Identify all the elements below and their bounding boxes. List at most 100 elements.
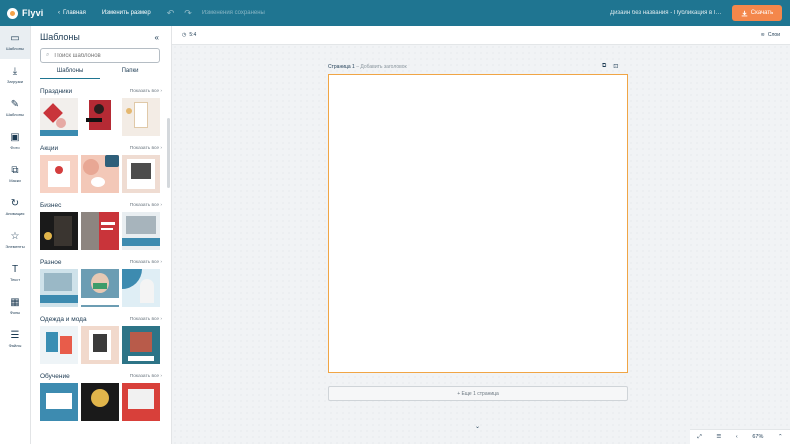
template-thumbnail[interactable]: [40, 383, 78, 421]
document-title[interactable]: Дизайн без названия - Публикация в In...: [610, 10, 722, 16]
grid-icon[interactable]: ☰: [716, 434, 721, 440]
workspace-toolbar: ◷ 5:4 ≋ Слои: [172, 26, 790, 45]
zoom-out-icon[interactable]: ‹: [736, 434, 738, 440]
template-thumbnail[interactable]: [40, 212, 78, 250]
template-thumbnail[interactable]: [122, 155, 160, 193]
page-tools: ⧉ ⊡: [602, 63, 618, 70]
rail-item-files[interactable]: ☰ Файлы: [0, 323, 30, 356]
duplicate-page-icon[interactable]: ⧉: [602, 63, 606, 70]
download-button[interactable]: Скачать: [732, 5, 782, 21]
chevron-down-icon[interactable]: ⌄: [475, 423, 480, 430]
category-title: Обучение: [40, 372, 70, 380]
layers-button[interactable]: ≋ Слои: [761, 32, 780, 38]
chevron-left-icon: ‹: [58, 10, 60, 16]
panel-scrollbar[interactable]: [167, 118, 170, 188]
category-business: Бизнес Показать все ›: [40, 198, 162, 250]
template-thumbnail[interactable]: [122, 98, 160, 136]
size-label: 5:4: [189, 32, 197, 38]
rail-item-templates[interactable]: ▭ Шаблоны: [0, 26, 30, 59]
workspace: ◷ 5:4 ≋ Слои Страница 1 – Добавить загол…: [172, 26, 790, 444]
tab-templates[interactable]: Шаблоны: [40, 66, 100, 79]
show-all-link[interactable]: Показать все ›: [130, 317, 162, 322]
category-title: Разное: [40, 258, 62, 266]
tab-folders[interactable]: Папки: [100, 66, 160, 79]
animation-icon: ↻: [10, 198, 20, 209]
app-name: Flyvi: [22, 8, 44, 18]
search-input[interactable]: [54, 52, 155, 59]
undo-icon[interactable]: ↶: [167, 8, 175, 19]
template-thumbnail[interactable]: [81, 383, 119, 421]
upload-icon: ⤓: [12, 66, 18, 77]
rail-item-text[interactable]: T Текст: [0, 257, 30, 290]
template-thumbnail[interactable]: [81, 98, 119, 136]
resize-label: Изменить размер: [101, 10, 151, 16]
template-thumbnail[interactable]: [81, 212, 119, 250]
category-holidays: Праздники Показать все ›: [40, 84, 162, 136]
template-thumbnail[interactable]: [81, 155, 119, 193]
template-thumbnail[interactable]: [122, 269, 160, 307]
templates-panel: Шаблоны « ⌕ Шаблоны Папки Праздники Пока…: [31, 26, 172, 444]
search-box: ⌕: [40, 48, 160, 63]
collapse-panel-icon[interactable]: «: [155, 33, 159, 42]
template-thumbnail[interactable]: [122, 383, 160, 421]
rail-item-photo[interactable]: ▣ Фото: [0, 125, 30, 158]
page-label: Страница 1 – Добавить заголовок: [328, 64, 407, 70]
text-icon: T: [11, 264, 19, 275]
show-all-link[interactable]: Показать все ›: [130, 89, 162, 94]
template-thumbnail[interactable]: [40, 269, 78, 307]
add-page-icon[interactable]: ⊡: [613, 63, 618, 70]
home-label: Главная: [63, 10, 86, 16]
save-status-label: Изменения сохранены: [201, 10, 265, 16]
logo-mark-icon: [7, 7, 18, 19]
clock-icon: ◷: [182, 32, 187, 38]
layers-label: Слои: [767, 32, 780, 38]
home-button[interactable]: ‹ Главная: [58, 10, 86, 16]
download-label: Скачать: [750, 10, 774, 16]
tool-rail: ▭ Шаблоны ⤓ Загрузки ✎ Шаблоны ▣ Фото ⧉ …: [0, 26, 31, 444]
resize-button[interactable]: Изменить размер: [102, 10, 151, 16]
template-thumbnail[interactable]: [40, 98, 78, 136]
layers-icon: ≋: [760, 32, 765, 38]
rail-item-backgrounds[interactable]: ▦ Фоны: [0, 290, 30, 323]
redo-icon[interactable]: ↷: [184, 8, 192, 19]
category-fashion: Одежда и мода Показать все ›: [40, 312, 162, 364]
top-bar: Flyvi ‹ Главная Изменить размер ↶ ↷ Изме…: [0, 0, 790, 26]
template-thumbnail[interactable]: [81, 326, 119, 364]
rail-item-masks[interactable]: ⧉ Маски: [0, 158, 30, 191]
template-thumbnail[interactable]: [122, 212, 160, 250]
template-thumbnail[interactable]: [40, 155, 78, 193]
add-page-button[interactable]: + Еще 1 страница: [328, 386, 628, 401]
design-canvas-page[interactable]: [328, 74, 628, 373]
edit-icon: ✎: [10, 99, 20, 110]
category-promotions: Акции Показать все ›: [40, 141, 162, 193]
add-title-link[interactable]: Добавить заголовок: [360, 64, 406, 70]
elements-icon: ☆: [10, 231, 20, 242]
rail-item-animation[interactable]: ↻ Анимация: [0, 191, 30, 224]
rail-item-edit[interactable]: ✎ Шаблоны: [0, 92, 30, 125]
category-title: Праздники: [40, 87, 73, 95]
rail-item-uploads[interactable]: ⤓ Загрузки: [0, 59, 30, 92]
category-title: Бизнес: [40, 201, 62, 209]
template-thumbnail[interactable]: [81, 269, 119, 307]
show-all-link[interactable]: Показать все ›: [130, 146, 162, 151]
mask-icon: ⧉: [11, 165, 19, 176]
fit-icon[interactable]: ⤢: [697, 434, 701, 441]
show-all-link[interactable]: Показать все ›: [130, 374, 162, 379]
panel-tabs: Шаблоны Папки: [40, 66, 160, 79]
bottom-bar: ⤢ ☰ ‹ 67% ⌃: [690, 429, 790, 444]
zoom-level[interactable]: 67%: [752, 434, 763, 440]
panel-title: Шаблоны: [40, 32, 80, 42]
page-title: Страница 1: [328, 64, 355, 70]
template-thumbnail[interactable]: [122, 326, 160, 364]
logo[interactable]: Flyvi: [0, 7, 58, 19]
zoom-dropdown-icon[interactable]: ⌃: [778, 434, 783, 440]
category-title: Акции: [40, 144, 59, 152]
templates-icon: ▭: [10, 33, 20, 44]
size-indicator[interactable]: ◷ 5:4: [182, 32, 196, 38]
download-icon: [741, 10, 748, 16]
show-all-link[interactable]: Показать все ›: [130, 260, 162, 265]
background-icon: ▦: [10, 297, 20, 308]
show-all-link[interactable]: Показать все ›: [130, 203, 162, 208]
rail-item-elements[interactable]: ☆ Элементы: [0, 224, 30, 257]
template-thumbnail[interactable]: [40, 326, 78, 364]
